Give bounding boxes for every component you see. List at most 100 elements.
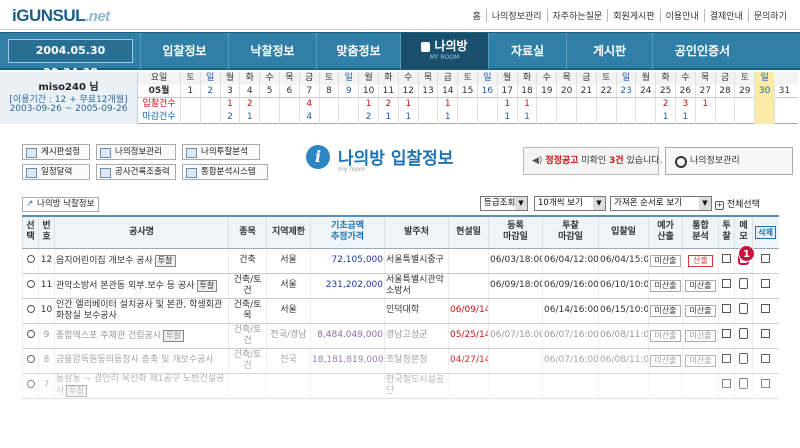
top-link-faq[interactable]: 자주하는질문 bbox=[546, 9, 608, 22]
col-price[interactable]: 기초금액 추정가격 bbox=[310, 216, 385, 249]
delete-button[interactable]: 삭제 bbox=[755, 225, 777, 239]
correction-notice[interactable]: ◀) 정정공고 미확인 3건 있습니다. bbox=[523, 147, 662, 175]
nav-my-room[interactable]: 나의방 MY ROOM bbox=[400, 33, 488, 69]
bid-checkbox[interactable] bbox=[722, 254, 731, 263]
grade-filter-select[interactable]: 등급조회 bbox=[480, 196, 528, 211]
calendar-cell[interactable]: 1 bbox=[516, 111, 537, 124]
delete-checkbox[interactable] bbox=[761, 254, 771, 263]
site-logo[interactable]: iGUNSUL.net bbox=[12, 6, 110, 26]
calendar-cell[interactable]: 1 bbox=[397, 98, 418, 111]
analysis-button[interactable]: 미산출 bbox=[685, 279, 716, 292]
radio-button[interactable] bbox=[26, 304, 35, 313]
print-list-button[interactable]: 공사건록조출력 bbox=[96, 164, 176, 180]
integrated-analysis-button[interactable]: 통합분석시스템 bbox=[182, 164, 268, 180]
bid-checkbox[interactable] bbox=[722, 304, 731, 313]
calendar-cell[interactable]: 1 bbox=[378, 111, 398, 124]
calendar-cell[interactable]: 1 bbox=[694, 98, 715, 111]
calendar-cell[interactable]: 1 bbox=[675, 111, 695, 124]
calendar-cell: 화 bbox=[516, 72, 537, 85]
col-bid-date: 입찰일 bbox=[598, 216, 649, 249]
radio-button[interactable] bbox=[26, 329, 35, 338]
page-title: i 나의방 입찰정보 my room bbox=[306, 144, 453, 173]
col-project-name[interactable]: 공사명 bbox=[54, 216, 229, 249]
top-link-board[interactable]: 회원게시판 bbox=[607, 9, 659, 22]
calendar-cell bbox=[259, 111, 279, 124]
calc-button[interactable]: 미산출 bbox=[650, 329, 681, 342]
calendar-cell[interactable]: 1 bbox=[496, 98, 517, 111]
delete-checkbox[interactable] bbox=[761, 304, 771, 313]
calendar-cell[interactable]: 2 bbox=[655, 98, 675, 111]
memo-icon[interactable] bbox=[739, 278, 748, 289]
row-project-name[interactable]: 인간 엘리베이터 설치공사 및 본관, 학생회관 화장실 보수공사 bbox=[54, 298, 229, 324]
calc-button[interactable]: 미산출 bbox=[650, 304, 681, 317]
top-link-payment[interactable]: 결제안내 bbox=[703, 9, 748, 22]
order-select[interactable]: 가져온 순서로 보기 bbox=[610, 196, 712, 211]
top-link-guide[interactable]: 이용안내 bbox=[659, 9, 704, 22]
per-page-select[interactable]: 10개씩 보기 bbox=[534, 196, 606, 211]
bid-checkbox[interactable] bbox=[722, 329, 731, 338]
radio-button[interactable] bbox=[26, 254, 35, 263]
delete-checkbox[interactable] bbox=[761, 329, 771, 338]
row-project-name[interactable]: 음지어린이집 개보수 공사 투찰 bbox=[54, 248, 229, 274]
calendar-cell[interactable]: 4 bbox=[298, 98, 319, 111]
calendar-cell[interactable]: 4 bbox=[298, 111, 319, 124]
my-bid-analysis-button[interactable]: 나의투찰분석 bbox=[182, 144, 260, 160]
analysis-button[interactable]: 미산출 bbox=[685, 329, 716, 342]
nav-bid-info[interactable]: 입찰정보 bbox=[140, 33, 228, 69]
project-name-link[interactable]: 음지어린이집 개보수 공사 bbox=[56, 256, 153, 266]
bid-tag[interactable]: 투찰 bbox=[154, 254, 176, 267]
calendar-cell[interactable]: 2 bbox=[219, 111, 240, 124]
project-name-link[interactable]: 종합엑스포 주제관 건립공사 bbox=[56, 331, 161, 341]
board-settings-button[interactable]: 게시판설정 bbox=[22, 144, 90, 160]
calc-button[interactable]: 미산출 bbox=[650, 279, 681, 292]
top-link-home[interactable]: 홈 bbox=[468, 9, 486, 22]
calendar-cell[interactable]: 1 bbox=[358, 98, 378, 111]
calendar-cell[interactable]: 2 bbox=[239, 98, 259, 111]
select-all-button[interactable]: + 전체선택 bbox=[715, 197, 760, 210]
calendar-cell: 12 bbox=[397, 85, 418, 98]
calendar-cell[interactable]: 1 bbox=[239, 111, 259, 124]
calendar-cell[interactable]: 1 bbox=[516, 98, 537, 111]
calendar-cell[interactable]: 1 bbox=[437, 98, 457, 111]
nav-custom-info[interactable]: 맞춤정보 bbox=[316, 33, 400, 69]
calendar-cell: 일 bbox=[338, 72, 358, 85]
calendar-cell[interactable]: 3 bbox=[675, 98, 695, 111]
bid-tag[interactable]: 투찰 bbox=[163, 329, 184, 342]
calendar-cell[interactable]: 1 bbox=[496, 111, 517, 124]
memo-icon[interactable] bbox=[739, 328, 748, 339]
calendar-cell[interactable]: 1 bbox=[397, 111, 418, 124]
row-reg-deadline: 06/09/18:00 bbox=[488, 273, 543, 299]
delete-checkbox[interactable] bbox=[761, 279, 771, 288]
memo-icon[interactable] bbox=[739, 303, 748, 314]
project-name-link[interactable]: 관악소방서 본관동 외부.보수 등 공사 bbox=[56, 281, 195, 291]
project-name-link[interactable]: 인간 엘리베이터 설치공사 및 본관, 학생회관 화장실 보수공사 bbox=[56, 300, 222, 321]
nav-archive[interactable]: 자료실 bbox=[488, 33, 566, 69]
top-link-myinfo[interactable]: 나의정보관리 bbox=[485, 9, 547, 22]
calendar-cell[interactable]: 1 bbox=[655, 111, 675, 124]
bid-tag[interactable]: 투찰 bbox=[196, 279, 218, 292]
calendar-cell[interactable]: 1 bbox=[219, 98, 240, 111]
row-radio[interactable] bbox=[22, 298, 39, 324]
row-bid-check bbox=[718, 248, 735, 274]
row-radio[interactable] bbox=[22, 273, 39, 299]
analysis-button[interactable]: 미산출 bbox=[685, 304, 716, 317]
calc-button[interactable]: 미산출 bbox=[650, 254, 681, 267]
calendar-cell bbox=[556, 111, 576, 124]
schedule-calendar-button[interactable]: 일정달력 bbox=[22, 164, 90, 180]
row-radio[interactable] bbox=[22, 248, 39, 274]
calendar-cell: 15 bbox=[457, 85, 477, 98]
nav-board[interactable]: 게시판 bbox=[566, 33, 652, 69]
my-info-button[interactable]: 나의정보관리 bbox=[96, 144, 176, 160]
calendar-cell[interactable]: 2 bbox=[358, 111, 378, 124]
calendar-cell[interactable]: 2 bbox=[378, 98, 398, 111]
my-info-search-button[interactable]: 나의정보관리 bbox=[665, 147, 793, 175]
nav-certificate[interactable]: 공인인증서 bbox=[652, 33, 752, 69]
top-link-contact[interactable]: 문의하기 bbox=[747, 9, 792, 22]
row-project-name[interactable]: 관악소방서 본관동 외부.보수 등 공사 투찰 bbox=[54, 273, 229, 299]
my-award-info-link[interactable]: 나의방 낙찰정보 bbox=[22, 197, 100, 212]
bid-checkbox[interactable] bbox=[722, 279, 731, 288]
analysis-button[interactable]: 산출 bbox=[688, 254, 713, 267]
calendar-cell[interactable]: 1 bbox=[437, 111, 457, 124]
radio-button[interactable] bbox=[26, 279, 35, 288]
nav-award-info[interactable]: 낙찰정보 bbox=[228, 33, 316, 69]
